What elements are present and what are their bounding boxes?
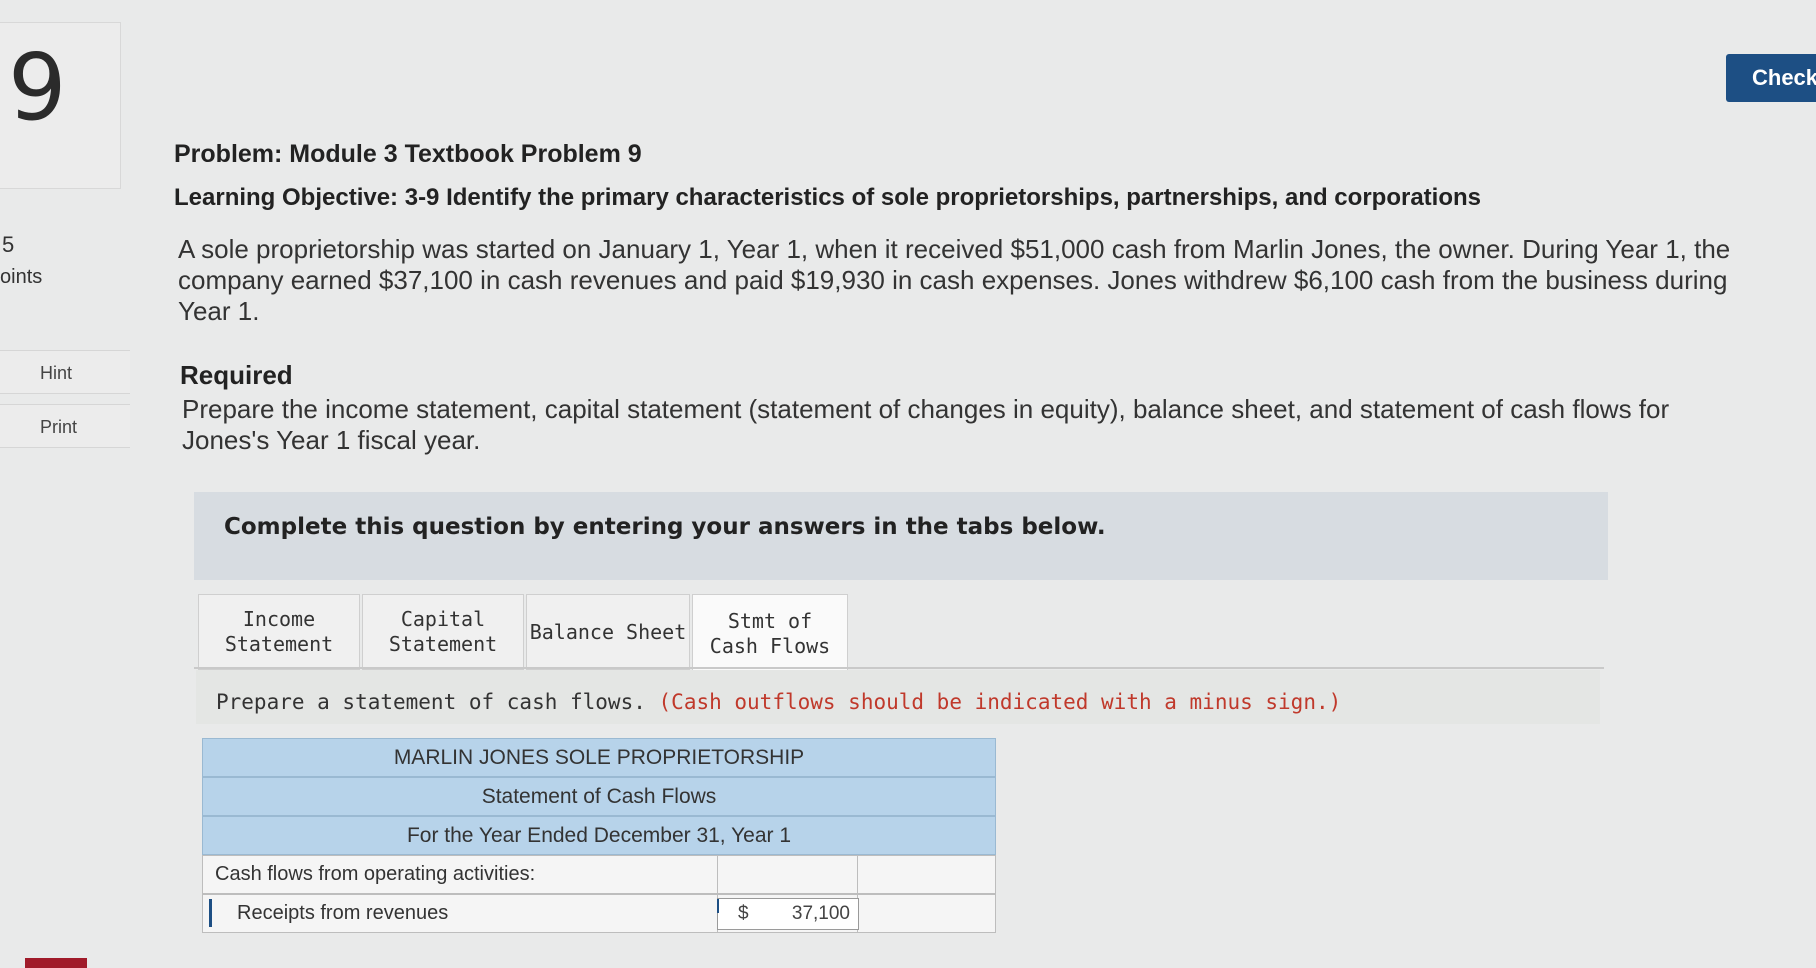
tab-balance-sheet[interactable]: Balance Sheet	[526, 594, 690, 670]
table-row: Cash flows from operating activities:	[202, 855, 996, 894]
amount-value: 37,100	[791, 903, 850, 924]
receipts-label[interactable]: Receipts from revenues	[237, 895, 448, 932]
column-divider	[857, 856, 858, 893]
tab-instruction-main: Prepare a statement of cash flows.	[216, 690, 646, 714]
section-label: Cash flows from operating activities:	[215, 863, 536, 885]
points-label: oints	[0, 266, 43, 288]
tab-label: Stmt of Cash Flows	[709, 608, 831, 658]
hint-button[interactable]: Hint	[0, 350, 130, 394]
learning-objective: Learning Objective: 3-9 Identify the pri…	[174, 184, 1481, 211]
required-heading: Required	[180, 360, 293, 390]
column-divider	[717, 856, 718, 893]
table-row: Receipts from revenues $ 37,100	[202, 894, 996, 933]
instructions-banner-text: Complete this question by entering your …	[224, 514, 1106, 540]
cash-flow-statement: MARLIN JONES SOLE PROPRIETORSHIP Stateme…	[202, 738, 996, 933]
tab-label: Income Statement	[224, 607, 334, 656]
row-marker-icon	[209, 899, 212, 927]
check-button[interactable]: Check	[1726, 54, 1816, 102]
tab-divider	[194, 667, 1604, 669]
statement-title: Statement of Cash Flows	[202, 777, 996, 816]
problem-text: A sole proprietorship was started on Jan…	[178, 234, 1731, 326]
tab-income-statement[interactable]: Income Statement	[198, 594, 360, 670]
footer-accent	[25, 958, 87, 968]
tab-label: Capital Statement	[388, 607, 498, 656]
tab-stmt-of-cash-flows[interactable]: Stmt of Cash Flows	[692, 594, 848, 672]
required-text: Prepare the income statement, capital st…	[182, 394, 1670, 455]
statement-company: MARLIN JONES SOLE PROPRIETORSHIP	[202, 738, 996, 777]
points-value: 5	[2, 232, 15, 257]
statement-period: For the Year Ended December 31, Year 1	[202, 816, 996, 855]
tab-instruction: Prepare a statement of cash flows. (Cash…	[216, 690, 1341, 714]
question-number: 9	[8, 34, 67, 141]
tab-capital-statement[interactable]: Capital Statement	[362, 594, 524, 670]
receipts-amount-input[interactable]: $ 37,100	[717, 898, 859, 930]
input-marker-icon	[717, 899, 719, 913]
tab-label: Balance Sheet	[529, 619, 687, 644]
print-button[interactable]: Print	[0, 404, 130, 448]
problem-title: Problem: Module 3 Textbook Problem 9	[174, 140, 642, 168]
tab-instruction-note: (Cash outflows should be indicated with …	[658, 690, 1342, 714]
currency-symbol: $	[738, 903, 749, 924]
